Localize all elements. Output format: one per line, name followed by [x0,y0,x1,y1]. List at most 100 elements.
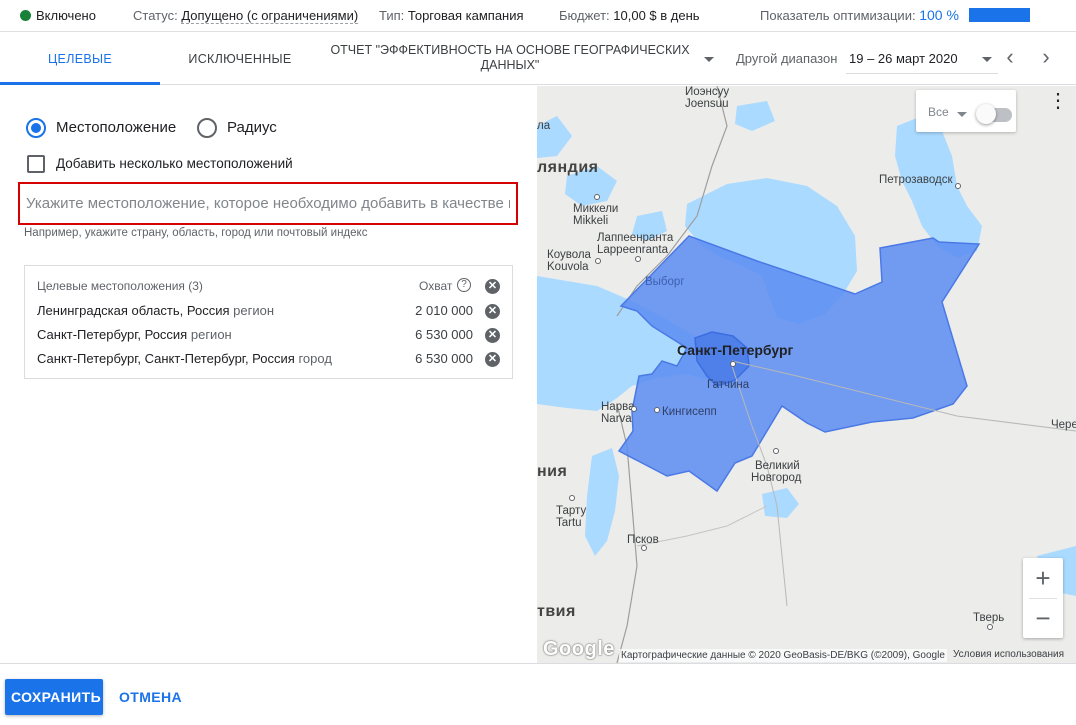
more-options-icon[interactable]: ⋮ [1048,91,1068,116]
report-dropdown-icon[interactable] [704,57,714,62]
map-label: Mikkeli [573,215,609,227]
tab-excluded[interactable]: Исключенные [160,33,320,84]
radio-radius-label[interactable]: Радиус [227,119,277,136]
city-marker [594,194,600,200]
location-hint: Например, укажите страну, область, город… [24,227,368,239]
status-value[interactable]: Допущено (с ограничениями) [181,8,359,24]
remove-target-icon[interactable]: ✕ [485,328,500,343]
filter-dropdown-icon[interactable] [957,112,967,117]
radio-location[interactable] [26,118,46,138]
terms-link[interactable]: Условия использования [953,649,1064,660]
radio-radius[interactable] [197,118,217,138]
campaign-enabled[interactable]: Включено [20,8,96,23]
map-label: Миккели [573,203,619,215]
map-label: Йоэнсуу [685,86,730,98]
table-row: Ленинградская область, Россия регион [37,303,274,318]
target-reach: 2 010 000 [415,303,473,318]
map-label: Тверь [973,612,1005,624]
targeted-locations-table: Целевые местоположения (3) Охват ? ✕ Лен… [24,265,513,379]
zoom-control: + − [1023,558,1063,638]
target-reach: 6 530 000 [415,351,473,366]
map-label: Нарва [601,401,635,413]
help-icon[interactable]: ? [457,278,471,292]
save-button[interactable]: Сохранить [5,679,103,715]
date-range-dropdown-icon[interactable] [982,57,992,62]
target-name: Ленинградская область, Россия [37,303,230,318]
tab-targeted[interactable]: Целевые [0,33,160,85]
zoom-in-button[interactable]: + [1023,558,1063,598]
lake-onega [895,116,982,258]
optimization-label: Показатель оптимизации: [760,8,916,23]
radio-location-label[interactable]: Местоположение [56,119,176,136]
map-filter-control[interactable]: Все [916,90,1016,132]
multi-location-label[interactable]: Добавить несколько местоположений [56,156,293,171]
location-panel: Местоположение Радиус Добавить несколько… [0,86,537,663]
type-value: Торговая кампания [407,8,524,23]
campaign-status[interactable]: Статус: Допущено (с ограничениями) [133,8,359,24]
map-label: Kouvola [547,261,589,273]
cancel-button[interactable]: Отмена [112,679,189,715]
map-label-country: твия [537,603,576,620]
campaign-type: Тип: Торговая кампания [379,8,524,23]
city-marker [595,258,601,264]
optimization-value: 100 % [919,7,959,23]
map-toggle-knob[interactable] [976,104,996,124]
location-search-field[interactable] [18,182,518,225]
location-search-input[interactable] [20,184,516,223]
map[interactable]: Йоэнсуу Joensuu ла ляндия Петрозаводск М… [537,86,1076,663]
google-logo: Google [543,638,615,660]
city-marker [635,256,641,262]
zoom-divider [1029,598,1057,599]
city-marker [987,624,993,630]
map-label: Тарту [556,505,587,517]
budget-label: Бюджет: [559,8,610,23]
city-marker [773,448,779,454]
city-marker [654,407,660,413]
city-marker [641,545,647,551]
budget-value[interactable]: 10,00 $ в день [613,8,699,23]
map-filter-label[interactable]: Все [928,105,949,119]
table-row: Санкт-Петербург, Россия регион [37,327,232,342]
campaign-budget[interactable]: Бюджет: 10,00 $ в день [559,8,700,23]
optimization-score[interactable]: Показатель оптимизации: 100 % [760,7,1030,23]
tabs-row: Целевые Исключенные Отчет "Эффективность… [0,33,1076,85]
map-canvas[interactable] [537,86,1076,663]
map-label-country: ляндия [537,159,599,176]
city-marker [569,495,575,501]
target-kind: регион [233,303,275,318]
table-row: Санкт-Петербург, Санкт-Петербург, Россия… [37,351,332,366]
lake-ilmen [762,488,799,518]
city-marker [730,361,736,367]
footer: Сохранить Отмена [0,663,1076,725]
chevron-left-icon[interactable]: ‹ [1000,46,1020,68]
map-attribution[interactable]: Картографические данные © 2020 GeoBasis-… [619,649,947,662]
targets-header: Целевые местоположения (3) [37,279,203,293]
map-label: Лаппеенранта [597,232,674,244]
remove-all-icon[interactable]: ✕ [485,279,500,294]
status-bar: Включено Статус: Допущено (с ограничения… [0,0,1076,32]
multi-location-checkbox[interactable] [27,155,45,173]
optimization-bar [968,8,1030,22]
map-label: Кингисепп [662,406,717,418]
chevron-right-icon[interactable]: › [1036,46,1056,68]
city-marker [631,406,637,412]
remove-target-icon[interactable]: ✕ [485,352,500,367]
map-label: Чере [1051,419,1076,431]
map-label: Joensuu [685,98,729,110]
remove-target-icon[interactable]: ✕ [485,304,500,319]
map-label: Tartu [556,517,582,529]
map-label-city: Санкт-Петербург [677,342,794,358]
date-range-value[interactable]: 19 – 26 март 2020 [849,51,958,66]
map-label: Великий [755,460,800,472]
date-range-underline [846,73,998,74]
enabled-label: Включено [36,8,96,23]
tab-geo-report[interactable]: Отчет "Эффективность на основе географич… [330,43,690,73]
target-name: Санкт-Петербург, Россия [37,327,188,342]
lake-peipus [585,448,619,556]
map-label: Выборг [645,276,685,288]
map-label: ла [537,120,551,132]
zoom-out-button[interactable]: − [1023,598,1063,638]
city-marker [955,183,961,189]
target-name: Санкт-Петербург, Санкт-Петербург, Россия [37,351,295,366]
target-reach: 6 530 000 [415,327,473,342]
